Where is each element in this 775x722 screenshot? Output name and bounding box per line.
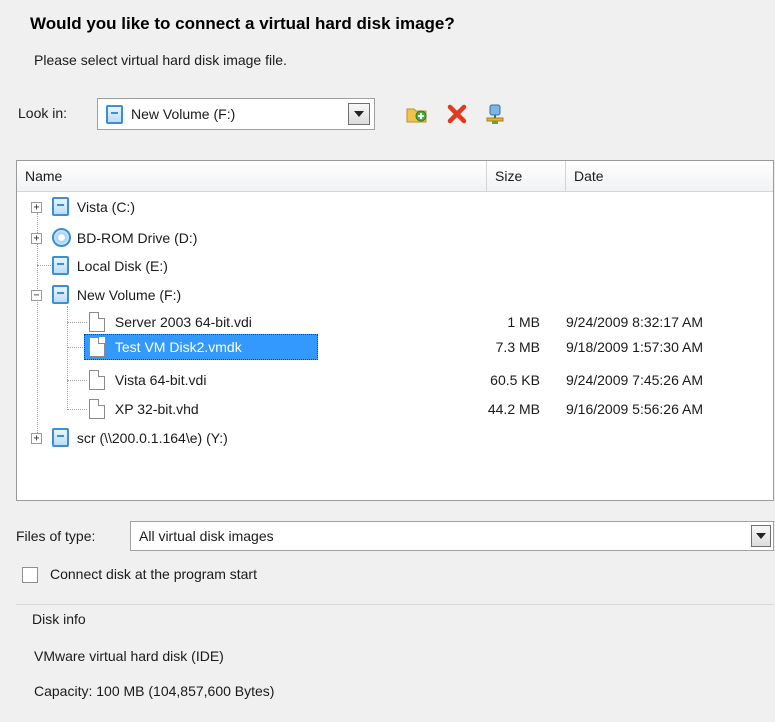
file-row[interactable]: XP 32-bit.vhd	[89, 396, 199, 422]
file-row[interactable]: Vista 64-bit.vdi	[89, 367, 206, 393]
drive-icon	[52, 256, 69, 275]
connect-at-start-checkbox[interactable]	[22, 567, 38, 583]
dialog-subtitle: Please select virtual hard disk image fi…	[34, 52, 287, 68]
file-icon	[89, 399, 105, 419]
network-drive-button[interactable]	[482, 101, 508, 127]
network-drive-icon	[52, 428, 69, 447]
expand-icon[interactable]: +	[31, 233, 42, 244]
column-date[interactable]: Date	[566, 161, 775, 192]
file-size: 1 MB	[507, 314, 540, 330]
file-size: 7.3 MB	[495, 339, 540, 355]
file-date: 9/24/2009 8:32:17 AM	[566, 314, 703, 330]
tree-line	[37, 265, 53, 266]
delete-button[interactable]	[444, 101, 470, 127]
files-of-type-value: All virtual disk images	[139, 528, 274, 544]
file-date: 9/16/2009 5:56:26 AM	[566, 401, 703, 417]
disk-capacity-text: Capacity: 100 MB (104,857,600 Bytes)	[34, 683, 275, 699]
column-size[interactable]: Size	[487, 161, 566, 192]
file-icon	[89, 370, 105, 390]
look-in-value: New Volume (F:)	[131, 106, 236, 122]
look-in-dropdown[interactable]: New Volume (F:)	[97, 98, 375, 130]
dropdown-arrow-icon[interactable]	[751, 525, 771, 547]
tree-line	[67, 322, 87, 323]
file-name: XP 32-bit.vhd	[114, 401, 199, 417]
tree-line	[67, 380, 87, 381]
new-folder-icon	[406, 108, 427, 123]
tree-item-bd-rom-d[interactable]: BD-ROM Drive (D:)	[52, 225, 197, 251]
files-of-type-dropdown[interactable]: All virtual disk images	[130, 521, 774, 551]
disk-info-label: Disk info	[32, 611, 86, 627]
files-of-type-label: Files of type:	[16, 528, 96, 544]
file-name: Server 2003 64-bit.vdi	[114, 314, 252, 330]
file-row-selected[interactable]: Test VM Disk2.vmdk	[89, 334, 242, 360]
dialog-title: Would you like to connect a virtual hard…	[30, 14, 455, 33]
drive-icon	[52, 197, 69, 216]
expand-icon[interactable]: +	[31, 433, 42, 444]
tree-item-new-volume-f[interactable]: New Volume (F:)	[52, 282, 181, 308]
file-size: 44.2 MB	[487, 401, 540, 417]
new-folder-button[interactable]	[404, 101, 430, 127]
look-in-label: Look in:	[18, 105, 68, 121]
file-icon	[89, 337, 105, 357]
tree-item-network-y[interactable]: scr (\\200.0.1.164\e) (Y:)	[52, 425, 228, 451]
file-size: 60.5 KB	[490, 372, 540, 388]
connect-at-start-label[interactable]: Connect disk at the program start	[50, 566, 257, 582]
collapse-icon[interactable]: −	[31, 290, 42, 301]
expand-icon[interactable]: +	[31, 202, 42, 213]
disk-type-text: VMware virtual hard disk (IDE)	[34, 648, 224, 664]
delete-icon	[447, 104, 467, 124]
tree-item-label: scr (\\200.0.1.164\e) (Y:)	[76, 430, 228, 446]
tree-item-label: Vista (C:)	[76, 199, 135, 215]
drive-icon	[106, 104, 123, 124]
tree-item-label: Local Disk (E:)	[76, 258, 168, 274]
tree-item-label: New Volume (F:)	[76, 287, 182, 303]
column-name[interactable]: Name	[17, 161, 487, 192]
tree-item-vista-c[interactable]: Vista (C:)	[52, 194, 135, 220]
dropdown-arrow-icon[interactable]	[348, 103, 370, 125]
tree-line	[37, 213, 38, 439]
file-name: Test VM Disk2.vmdk	[114, 339, 242, 355]
file-date: 9/18/2009 1:57:30 AM	[566, 339, 703, 355]
drive-icon	[52, 285, 69, 304]
file-name: Vista 64-bit.vdi	[114, 372, 207, 388]
tree-item-local-disk-e[interactable]: Local Disk (E:)	[52, 253, 168, 279]
file-icon	[89, 312, 105, 332]
tree-item-label: BD-ROM Drive (D:)	[76, 230, 198, 246]
tree-line	[67, 409, 87, 410]
column-header: Name Size Date	[17, 161, 773, 192]
file-row[interactable]: Server 2003 64-bit.vdi	[89, 309, 252, 335]
network-drive-icon	[486, 104, 504, 124]
file-date: 9/24/2009 7:45:26 AM	[566, 372, 703, 388]
cd-drive-icon	[52, 228, 71, 247]
